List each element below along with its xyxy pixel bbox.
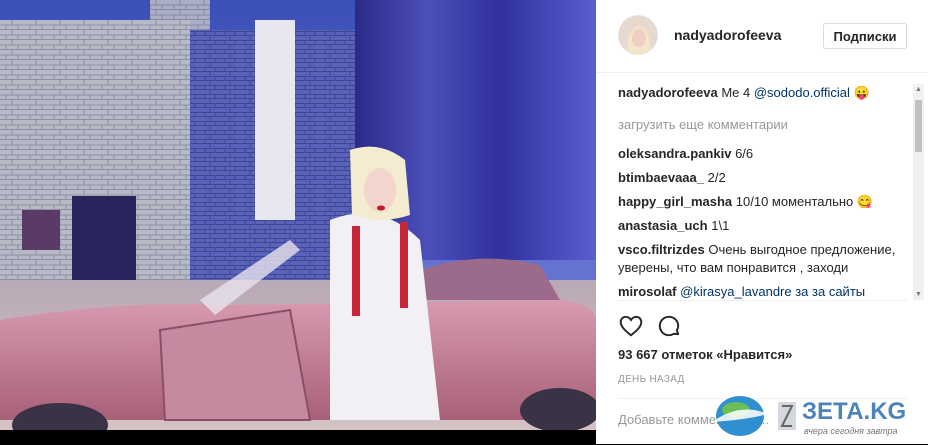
post-photo-image: [0, 0, 596, 444]
comment-username[interactable]: vsco.filtrizdes: [618, 242, 705, 257]
comment-username[interactable]: mirosolaf: [618, 284, 677, 299]
likes-count[interactable]: 93 667 отметок «Нравится»: [618, 347, 792, 362]
comment-username[interactable]: happy_girl_masha: [618, 194, 732, 209]
avatar[interactable]: [618, 15, 658, 55]
comments-scrollbar[interactable]: ▲ ▼: [913, 84, 924, 300]
scroll-down-icon[interactable]: ▼: [915, 291, 922, 298]
caption-mention[interactable]: @sododo.official: [754, 85, 850, 100]
post-timestamp[interactable]: ДЕНЬ НАЗАД: [618, 374, 685, 385]
watermark-tagline: вчера сегодня завтра: [804, 426, 898, 436]
scroll-up-icon[interactable]: ▲: [915, 86, 922, 93]
comment-text: 2/2: [707, 170, 726, 185]
following-button[interactable]: Подписки: [823, 23, 907, 49]
load-more-comments[interactable]: загрузить еще комментарии: [618, 116, 910, 134]
post-side-panel: nadyadorofeeva Подписки nadyadorofeeva M…: [596, 0, 928, 444]
grinning-emoji-icon: 😋: [856, 194, 874, 209]
comment-item: btimbaevaaa_ 2/2: [618, 169, 910, 187]
comment-username[interactable]: btimbaevaaa_: [618, 170, 704, 185]
comment-text: 6/6: [735, 146, 754, 161]
comment-item: anastasia_uch 1\1: [618, 217, 910, 235]
post-photo[interactable]: [0, 0, 596, 444]
comments-list[interactable]: nadyadorofeeva Me 4 @sododo.official 😛 з…: [618, 84, 910, 300]
header-username[interactable]: nadyadorofeeva: [674, 27, 781, 43]
comment-item: vsco.filtrizdes Очень выгодное предложен…: [618, 241, 910, 277]
caption-text: Me 4: [721, 85, 754, 100]
post-header: nadyadorofeeva Подписки: [596, 0, 928, 73]
comment-text: 1\1: [711, 218, 730, 233]
divider: [618, 300, 908, 301]
caption-username[interactable]: nadyadorofeeva: [618, 85, 718, 100]
caption: nadyadorofeeva Me 4 @sododo.official 😛: [618, 84, 910, 102]
watermark-logo: ЗЕТА.KG вчера сегодня завтра: [706, 392, 924, 440]
watermark-brand: ЗЕТА.KG: [802, 398, 907, 425]
comment-item: mirosolaf @kirasya_lavandre за за сайты: [618, 283, 910, 300]
scrollbar-thumb[interactable]: [915, 100, 922, 152]
tongue-emoji-icon: 😛: [853, 85, 870, 100]
comment-text: @kirasya_lavandre за за сайты: [680, 284, 866, 299]
heart-outline-icon[interactable]: [618, 313, 644, 339]
comment-text: 10/10 моментально: [735, 194, 854, 209]
comment-username[interactable]: oleksandra.pankiv: [618, 146, 731, 161]
comment-item: happy_girl_masha 10/10 моментально 😋: [618, 193, 910, 211]
comment-item: oleksandra.pankiv 6/6: [618, 145, 910, 163]
speech-bubble-icon[interactable]: [656, 313, 682, 339]
comment-username[interactable]: anastasia_uch: [618, 218, 708, 233]
